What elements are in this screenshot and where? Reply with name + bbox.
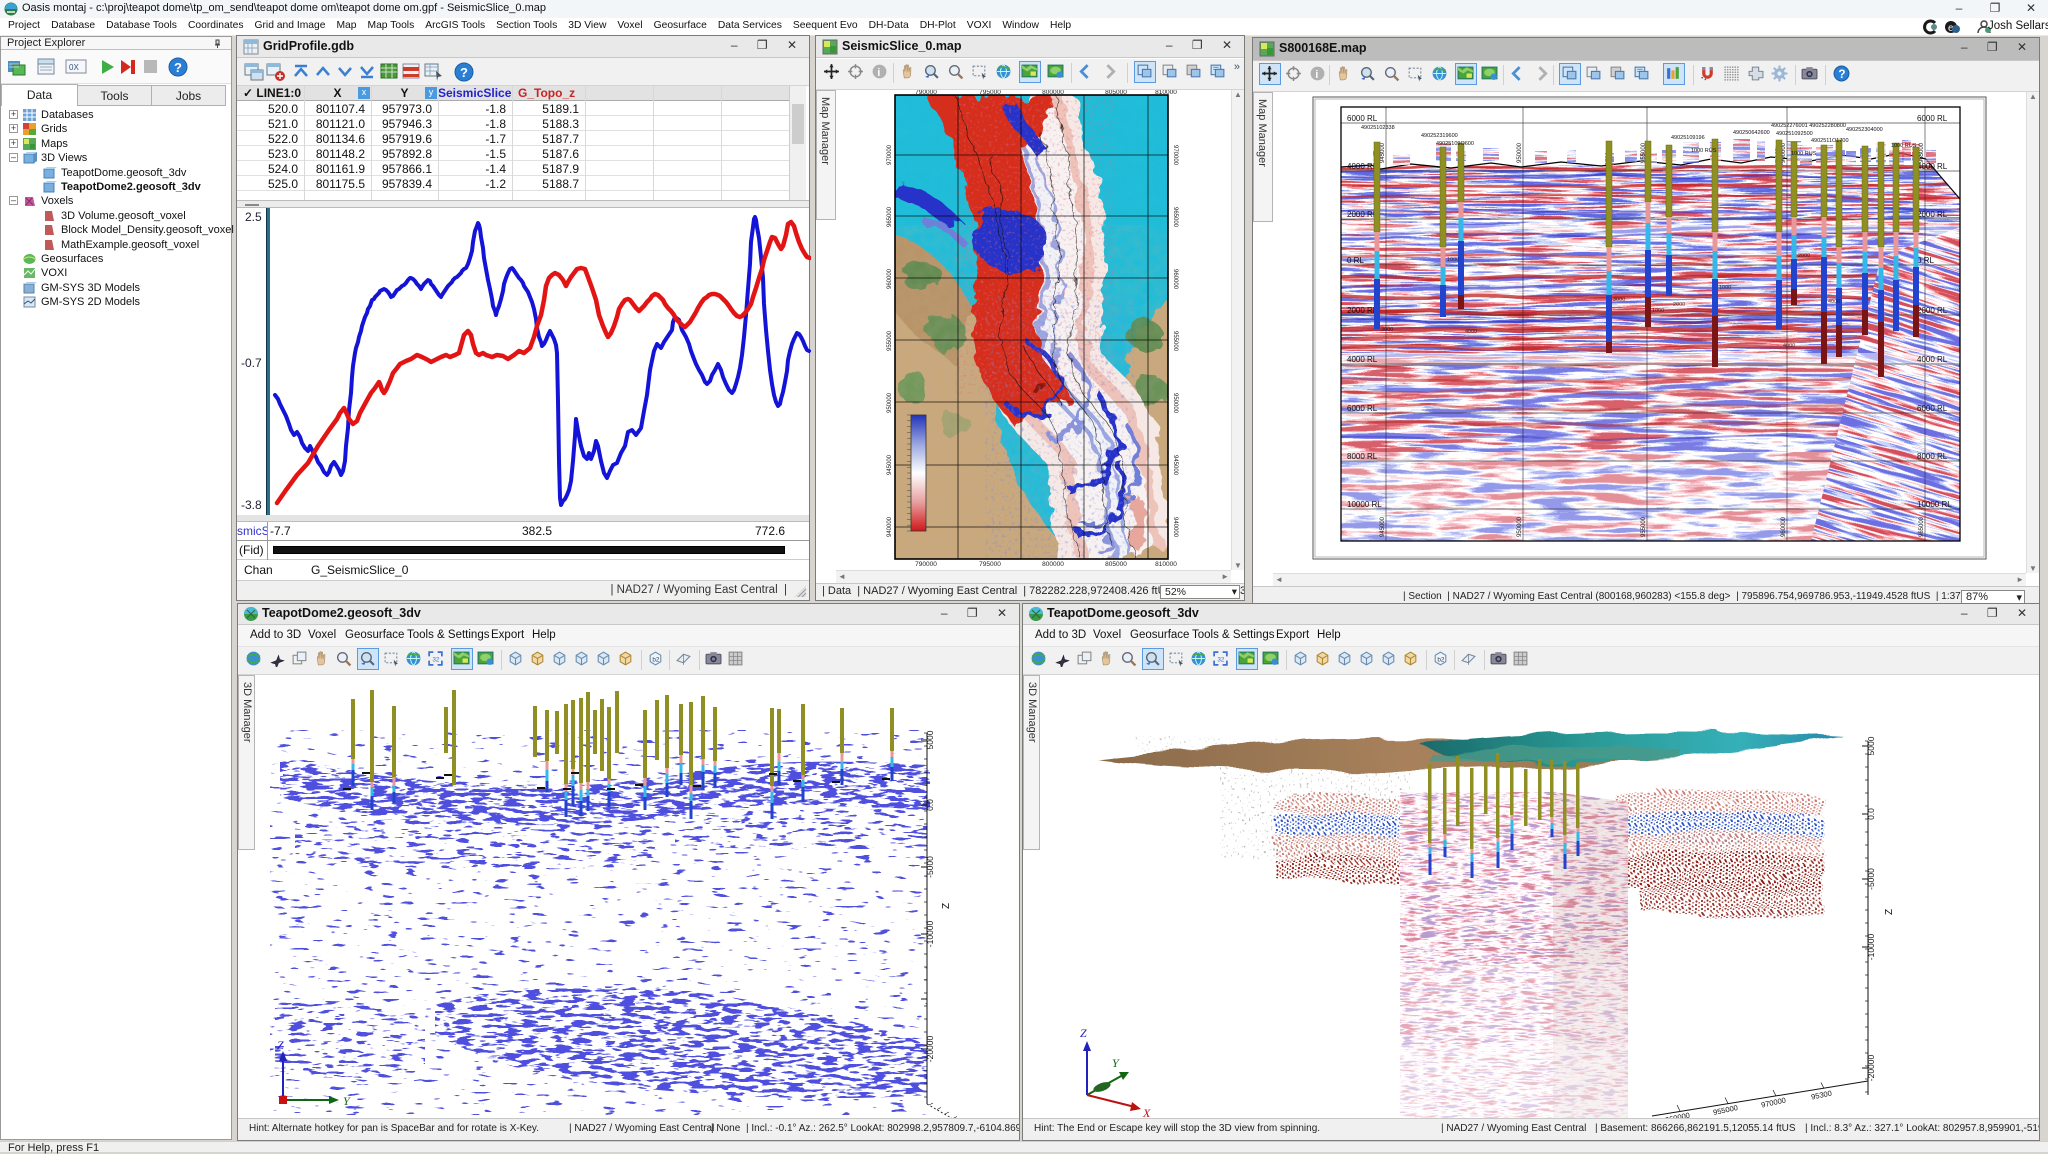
- svg-text:810000: 810000: [1155, 561, 1177, 568]
- svg-text:970000: 970000: [887, 144, 893, 165]
- svg-text:b2: b2: [652, 657, 660, 664]
- svg-text:950000: 950000: [1517, 516, 1523, 537]
- svg-text:8000 RL: 8000 RL: [1347, 452, 1378, 461]
- svg-text:49025109O600: 49025109O600: [1436, 141, 1474, 147]
- svg-text:6000 RL: 6000 RL: [1917, 404, 1948, 413]
- svg-text:49025109196: 49025109196: [1671, 135, 1705, 141]
- svg-text:940000: 940000: [887, 516, 893, 537]
- svg-text:945000: 945000: [1172, 455, 1178, 476]
- svg-text:2000: 2000: [1673, 302, 1685, 308]
- svg-text:32: 32: [1217, 657, 1225, 664]
- svg-text:790000: 790000: [915, 90, 937, 96]
- svg-text:490250642600: 490250642600: [1733, 130, 1770, 136]
- svg-text:4000: 4000: [1465, 329, 1477, 335]
- svg-text:i: i: [877, 67, 880, 79]
- svg-text:960000: 960000: [1172, 269, 1178, 290]
- svg-text:4000 RL: 4000 RL: [1347, 162, 1378, 171]
- svg-text:955000: 955000: [1172, 331, 1178, 352]
- svg-text:1000 RUS: 1000 RUS: [1891, 143, 1917, 149]
- svg-text:1000: 1000: [1447, 257, 1459, 263]
- svg-text:805000: 805000: [1105, 90, 1127, 96]
- svg-text:940000: 940000: [1172, 517, 1178, 538]
- svg-text:2000 RL: 2000 RL: [1347, 306, 1378, 315]
- svg-text:1000 RUS: 1000 RUS: [1691, 148, 1717, 154]
- svg-text:490252304000: 490252304000: [1846, 127, 1883, 133]
- svg-text:10000 RL: 10000 RL: [1917, 500, 1952, 509]
- svg-text:795000: 795000: [979, 561, 1001, 568]
- svg-text:49025102338: 49025102338: [1361, 125, 1395, 131]
- svg-text:490252319600: 490252319600: [1421, 133, 1458, 139]
- svg-text:5000: 5000: [1866, 736, 1876, 755]
- svg-text:3000: 3000: [1381, 327, 1393, 333]
- svg-text:950000: 950000: [887, 392, 893, 413]
- svg-text:945000: 945000: [1380, 142, 1386, 163]
- svg-text:4902511O1700: 4902511O1700: [1811, 138, 1849, 144]
- svg-text:0X: 0X: [69, 63, 79, 72]
- svg-text:32: 32: [432, 657, 440, 664]
- svg-text:970000: 970000: [1172, 145, 1178, 166]
- svg-text:?: ?: [174, 60, 182, 75]
- svg-text:2000 RL: 2000 RL: [1917, 210, 1948, 219]
- svg-text:0.0: 0.0: [925, 799, 935, 811]
- svg-text:?: ?: [1838, 68, 1845, 81]
- svg-text:955000: 955000: [1641, 516, 1647, 537]
- svg-text:95300: 95300: [1810, 1088, 1832, 1101]
- svg-text:2000 RL: 2000 RL: [1917, 306, 1948, 315]
- svg-text:6000 RL: 6000 RL: [1917, 114, 1948, 123]
- svg-text:0.0: 0.0: [1866, 808, 1876, 820]
- svg-text:1000: 1000: [1652, 308, 1664, 314]
- svg-text:4000 RL: 4000 RL: [1347, 355, 1378, 364]
- svg-text:795000: 795000: [979, 90, 1001, 96]
- svg-text:810000: 810000: [1155, 90, 1177, 96]
- svg-text:800000: 800000: [1042, 561, 1064, 568]
- svg-text:b2: b2: [1437, 657, 1445, 664]
- svg-text:950000: 950000: [1172, 393, 1178, 414]
- svg-text:Z: Z: [941, 903, 952, 909]
- svg-text:790000: 790000: [915, 561, 937, 568]
- svg-text:X: X: [1142, 1106, 1151, 1118]
- svg-text:Z: Z: [1080, 1026, 1087, 1040]
- svg-text:800000: 800000: [1042, 90, 1064, 96]
- svg-text:4000: 4000: [1828, 299, 1840, 305]
- svg-text:1000 RUS: 1000 RUS: [1791, 151, 1817, 157]
- svg-text:8000 RL: 8000 RL: [1917, 452, 1948, 461]
- svg-text:1000: 1000: [1719, 285, 1731, 291]
- svg-text:i: i: [1315, 69, 1318, 81]
- svg-text:Y: Y: [1112, 1056, 1120, 1070]
- svg-text:490251092500: 490251092500: [1776, 131, 1813, 137]
- svg-text:?: ?: [460, 65, 468, 80]
- svg-text:955000: 955000: [887, 330, 893, 351]
- svg-text:2000 RL: 2000 RL: [1347, 210, 1378, 219]
- svg-text:4000: 4000: [1783, 343, 1795, 349]
- svg-text:3000: 3000: [1613, 297, 1625, 303]
- svg-text:965000: 965000: [1172, 207, 1178, 228]
- svg-text:Z: Z: [1884, 909, 1895, 915]
- svg-text:945000: 945000: [1380, 516, 1386, 537]
- svg-text:10000 RL: 10000 RL: [1347, 500, 1382, 509]
- svg-text:960000: 960000: [1781, 516, 1787, 537]
- svg-text:0 RL: 0 RL: [1347, 256, 1364, 265]
- svg-text:965000: 965000: [887, 206, 893, 227]
- svg-text:4000 RL: 4000 RL: [1917, 355, 1948, 364]
- svg-text:960000: 960000: [887, 268, 893, 289]
- svg-text:0 RL: 0 RL: [1917, 256, 1934, 265]
- svg-text:805000: 805000: [1105, 561, 1127, 568]
- svg-text:-20000: -20000: [1866, 1054, 1876, 1081]
- svg-text:965000: 965000: [1919, 516, 1925, 537]
- svg-text:Z: Z: [277, 1038, 284, 1052]
- svg-text:950000: 950000: [1517, 142, 1523, 163]
- svg-text:-5000: -5000: [925, 856, 935, 878]
- svg-text:2000: 2000: [1798, 253, 1810, 259]
- svg-text:6000 RL: 6000 RL: [1347, 114, 1378, 123]
- svg-text:490252276001 490252280800: 490252276001 490252280800: [1771, 123, 1846, 129]
- svg-text:945000: 945000: [887, 454, 893, 475]
- svg-text:-10000: -10000: [1866, 933, 1876, 960]
- svg-text:-10000: -10000: [925, 920, 935, 947]
- svg-text:965000: 965000: [1919, 142, 1925, 163]
- svg-text:6000 RL: 6000 RL: [1347, 404, 1378, 413]
